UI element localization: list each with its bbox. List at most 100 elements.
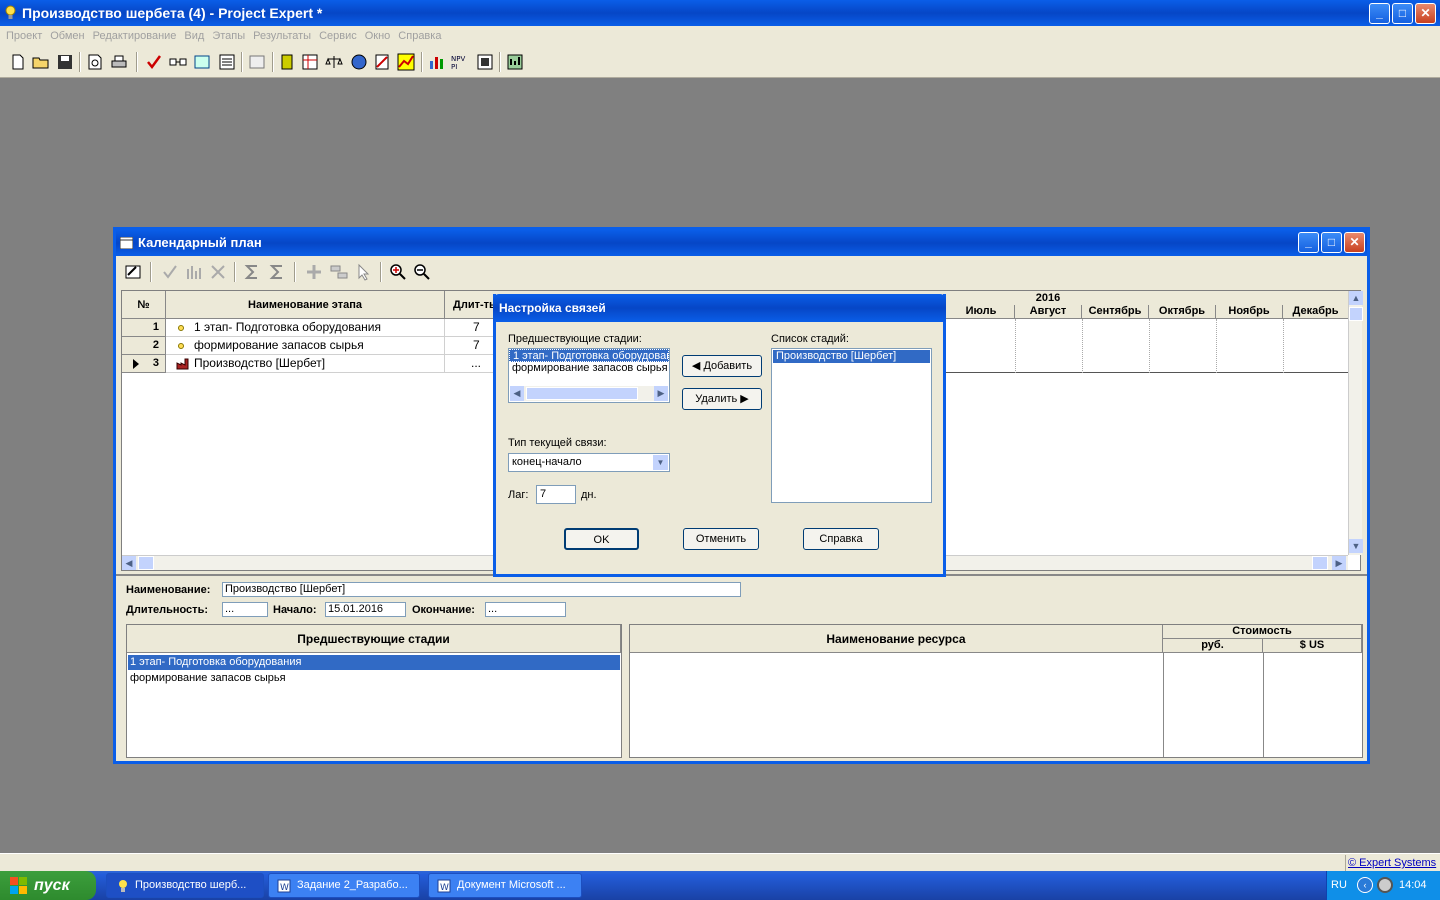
stages-listbox[interactable]: Производство [Шербет] bbox=[771, 348, 932, 503]
list-item[interactable]: Производство [Шербет] bbox=[773, 350, 930, 363]
list-item[interactable]: формирование запасов сырья bbox=[128, 671, 620, 686]
mdi-minimize-button[interactable]: _ bbox=[1298, 232, 1319, 253]
link-icon[interactable] bbox=[169, 53, 187, 71]
task-word-document[interactable]: W Документ Microsoft ... bbox=[428, 873, 582, 898]
scroll-thumb[interactable] bbox=[1312, 556, 1328, 570]
list-item[interactable]: 1 этап- Подготовка оборудования bbox=[509, 349, 669, 362]
remove-button-label: Удалить bbox=[695, 393, 738, 405]
print-preview-icon[interactable] bbox=[86, 53, 104, 71]
tray-app-icon[interactable] bbox=[1377, 877, 1393, 893]
list-icon[interactable] bbox=[218, 53, 236, 71]
sum-up-icon[interactable] bbox=[243, 263, 261, 281]
open-folder-icon[interactable] bbox=[32, 53, 50, 71]
scroll-up-icon[interactable]: ▲ bbox=[1349, 291, 1363, 305]
scroll-thumb[interactable] bbox=[526, 387, 638, 400]
link-stages-icon[interactable] bbox=[330, 263, 348, 281]
link-type-select[interactable]: конец-начало ▼ bbox=[508, 453, 670, 472]
scroll-right-icon[interactable]: ▶ bbox=[654, 386, 668, 401]
end-field[interactable]: ... bbox=[485, 602, 566, 617]
menu-view[interactable]: Вид bbox=[180, 30, 208, 42]
start-field[interactable]: 15.01.2016 bbox=[325, 602, 406, 617]
minimize-button[interactable]: _ bbox=[1369, 3, 1390, 24]
analysis-icon[interactable] bbox=[476, 53, 494, 71]
scroll-down-icon[interactable]: ▼ bbox=[1349, 539, 1363, 553]
name-field[interactable]: Производство [Шербет] bbox=[222, 582, 741, 597]
check-icon[interactable] bbox=[161, 263, 179, 281]
menu-window[interactable]: Окно bbox=[361, 30, 395, 42]
scroll-right-icon[interactable]: ▶ bbox=[1332, 556, 1346, 570]
taskbar: пуск Производство шерб... W Задание 2_Ра… bbox=[0, 871, 1440, 900]
print-icon[interactable] bbox=[110, 53, 128, 71]
language-indicator[interactable]: RU bbox=[1331, 879, 1347, 891]
menu-stages[interactable]: Этапы bbox=[208, 30, 249, 42]
grid-vertical-scrollbar[interactable]: ▲ ▼ bbox=[1348, 291, 1363, 555]
chart-icon[interactable] bbox=[397, 53, 415, 71]
calc-icon[interactable] bbox=[506, 53, 524, 71]
ok-button[interactable]: OK bbox=[564, 528, 639, 550]
save-icon[interactable] bbox=[56, 53, 74, 71]
menu-edit[interactable]: Редактирование bbox=[89, 30, 181, 42]
month-july: Июль bbox=[948, 305, 1015, 319]
cashflow-icon[interactable] bbox=[301, 53, 319, 71]
scroll-thumb[interactable] bbox=[138, 556, 154, 570]
properties-icon[interactable] bbox=[124, 263, 142, 281]
remove-button[interactable]: Удалить ▶ bbox=[682, 388, 762, 410]
month-october: Октябрь bbox=[1149, 305, 1216, 319]
globe-icon[interactable] bbox=[350, 53, 368, 71]
calendar-toolbar bbox=[116, 256, 1367, 288]
delete-icon[interactable] bbox=[209, 263, 227, 281]
scroll-thumb[interactable] bbox=[1349, 307, 1363, 321]
list-item[interactable]: формирование запасов сырья bbox=[509, 362, 669, 375]
grid-horizontal-scrollbar-left[interactable]: ◀ bbox=[122, 555, 502, 570]
bar-chart-icon[interactable] bbox=[428, 53, 446, 71]
sum-down-icon[interactable] bbox=[268, 263, 286, 281]
restore-button[interactable]: □ bbox=[1392, 3, 1413, 24]
start-button[interactable]: пуск bbox=[0, 871, 96, 900]
mdi-close-button[interactable]: ✕ bbox=[1344, 232, 1365, 253]
mdi-maximize-button[interactable]: □ bbox=[1321, 232, 1342, 253]
pointer-icon[interactable] bbox=[354, 263, 372, 281]
scroll-left-icon[interactable]: ◀ bbox=[510, 386, 524, 401]
lightbulb-icon bbox=[5, 5, 16, 19]
npv-icon[interactable]: NPVPI bbox=[451, 53, 469, 71]
listbox-horizontal-scrollbar[interactable]: ◀ ▶ bbox=[510, 386, 668, 401]
list-item[interactable]: 1 этап- Подготовка оборудования bbox=[128, 655, 620, 670]
duration-field[interactable]: ... bbox=[222, 602, 268, 617]
menu-service[interactable]: Сервис bbox=[315, 30, 361, 42]
row-num: 1 bbox=[122, 319, 166, 337]
zoom-in-icon[interactable] bbox=[389, 263, 407, 281]
expert-systems-link[interactable]: © Expert Systems bbox=[1345, 855, 1438, 871]
close-button[interactable]: ✕ bbox=[1415, 3, 1436, 24]
scroll-left-icon[interactable]: ◀ bbox=[122, 556, 136, 570]
chevron-down-icon[interactable]: ▼ bbox=[653, 455, 668, 470]
new-file-icon[interactable] bbox=[9, 53, 27, 71]
check-icon[interactable] bbox=[145, 53, 163, 71]
lag-input[interactable]: 7 bbox=[536, 485, 576, 504]
add-button[interactable]: ◀ Добавить bbox=[682, 355, 762, 377]
calendar-plan-title: Календарный план bbox=[138, 235, 262, 250]
menu-project[interactable]: Проект bbox=[2, 30, 46, 42]
bars-icon[interactable] bbox=[185, 263, 203, 281]
cancel-button[interactable]: Отменить bbox=[683, 528, 759, 550]
balance-icon[interactable] bbox=[325, 53, 343, 71]
zoom-out-icon[interactable] bbox=[413, 263, 431, 281]
task-project-expert[interactable]: Производство шерб... bbox=[106, 873, 264, 898]
name-label: Наименование: bbox=[126, 584, 211, 596]
edit-report-icon[interactable] bbox=[373, 53, 391, 71]
menu-exchange[interactable]: Обмен bbox=[46, 30, 88, 42]
start-label: Начало: bbox=[273, 604, 317, 616]
menu-results[interactable]: Результаты bbox=[249, 30, 315, 42]
task-word-assignment[interactable]: W Задание 2_Разрабо... bbox=[268, 873, 420, 898]
gantt-horizontal-scrollbar[interactable]: ▶ bbox=[942, 555, 1348, 570]
help-button[interactable]: Справка bbox=[803, 528, 879, 550]
stages-label: Список стадий: bbox=[771, 333, 849, 345]
task-label: Задание 2_Разрабо... bbox=[297, 879, 408, 891]
tray-expand-icon[interactable]: ‹ bbox=[1357, 877, 1373, 893]
add-stage-icon[interactable] bbox=[305, 263, 323, 281]
exchange-icon[interactable] bbox=[193, 53, 211, 71]
clock: 14:04 bbox=[1399, 879, 1427, 891]
table-icon[interactable] bbox=[248, 53, 266, 71]
dialog-predecessors-listbox[interactable]: 1 этап- Подготовка оборудования формиров… bbox=[508, 348, 670, 403]
report-icon[interactable] bbox=[278, 53, 296, 71]
menu-help[interactable]: Справка bbox=[394, 30, 445, 42]
